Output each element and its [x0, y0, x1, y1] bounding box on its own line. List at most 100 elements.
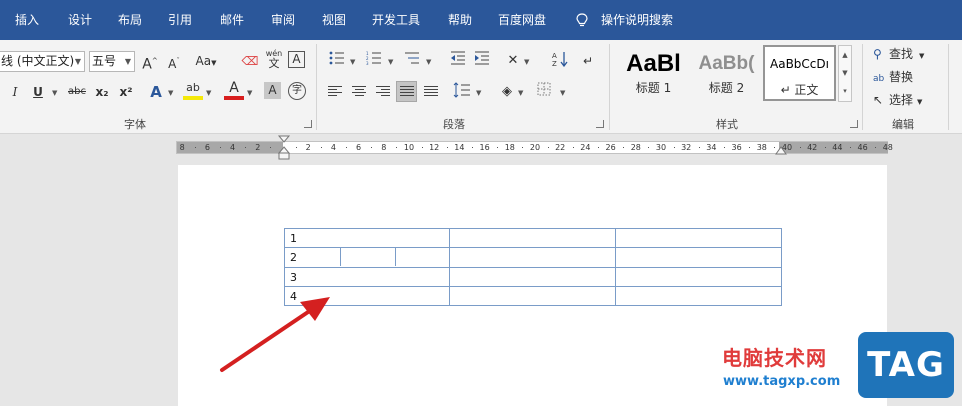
chinese-layout-button[interactable]: ✕ [503, 51, 523, 71]
chevron-up-icon[interactable]: ▲ [839, 46, 851, 64]
chevron-down-icon[interactable]: ▼ [524, 58, 529, 66]
paragraph-dialog-launcher[interactable] [596, 120, 604, 128]
grow-font-button[interactable]: A^ [140, 51, 160, 73]
chevron-down-icon[interactable]: ▼ [247, 89, 252, 97]
replace-label: 替换 [889, 70, 914, 84]
tab-mailings[interactable]: 邮件 [220, 0, 244, 40]
multilevel-list-button[interactable] [402, 51, 422, 71]
style-heading-1[interactable]: AaBl 标题 1 [617, 45, 690, 101]
distributed-button[interactable] [421, 82, 441, 102]
borders-button[interactable] [534, 82, 554, 102]
chevron-down-icon[interactable]: ▼ [350, 58, 355, 66]
underline-button[interactable]: U [28, 82, 48, 102]
shrink-font-button[interactable]: Aˇ [164, 51, 184, 71]
enclose-characters-button[interactable]: 字 [288, 82, 306, 100]
select-button[interactable]: ↖ 选择 ▼ [873, 91, 922, 109]
tab-developer[interactable]: 开发工具 [372, 0, 420, 40]
tab-view[interactable]: 视图 [322, 0, 346, 40]
styles-scroll[interactable]: ▲ ▼ ▾ [838, 45, 852, 102]
align-center-button[interactable] [349, 82, 369, 102]
tell-me-search[interactable]: 操作说明搜索 [601, 0, 673, 40]
clear-formatting-button[interactable]: ⌫ [240, 51, 260, 71]
ruler-label: 30 [655, 143, 667, 152]
styles-dialog-launcher[interactable] [850, 120, 858, 128]
ruler-tick [522, 147, 524, 148]
chevron-down-icon[interactable]: ▼ [560, 89, 565, 97]
table-row[interactable]: 3 [284, 267, 782, 287]
align-left-icon [328, 86, 342, 98]
highlight-color-button[interactable]: ab [183, 80, 203, 100]
ruler-label: 22 [555, 143, 566, 152]
phonetic-guide-button[interactable]: wén 文 [264, 49, 284, 69]
document-table[interactable]: 1 2 3 4 [284, 228, 782, 306]
superscript-button[interactable]: x² [116, 82, 136, 102]
more-styles-icon[interactable]: ▾ [839, 82, 851, 100]
style-heading-2[interactable]: AaBb( 标题 2 [690, 45, 763, 101]
font-dialog-launcher[interactable] [304, 120, 312, 128]
character-shading-button[interactable]: A [264, 82, 281, 99]
tab-layout[interactable]: 布局 [118, 0, 142, 40]
enclose-char-icon: 字 [292, 85, 302, 96]
chevron-down-icon[interactable]: ▼ [518, 89, 523, 97]
multilevel-list-icon [405, 52, 419, 64]
table-cell[interactable] [449, 228, 616, 248]
table-cell[interactable]: 1 [284, 228, 450, 248]
table-cell[interactable] [615, 247, 782, 268]
table-cell[interactable] [615, 286, 782, 306]
chevron-down-icon[interactable]: ▼ [168, 89, 173, 97]
table-cell[interactable] [449, 286, 616, 306]
character-border-button[interactable]: A [288, 51, 305, 68]
align-right-button[interactable] [373, 82, 393, 102]
tab-help[interactable]: 帮助 [448, 0, 472, 40]
align-left-button[interactable] [325, 82, 345, 102]
first-line-indent-marker[interactable] [277, 135, 291, 161]
show-marks-button[interactable]: ↵ [578, 51, 598, 71]
subscript-button[interactable]: x₂ [92, 82, 112, 102]
right-indent-marker[interactable] [775, 145, 787, 157]
chevron-down-icon[interactable]: ▼ [476, 89, 481, 97]
chevron-down-icon[interactable]: ▼ [388, 58, 393, 66]
strikethrough-button[interactable]: abc [66, 82, 88, 102]
replace-button[interactable]: ab 替换 [873, 68, 913, 86]
tab-insert[interactable]: 插入 [15, 0, 39, 40]
table-cell-split[interactable]: 2 [284, 247, 450, 268]
increase-indent-button[interactable] [472, 51, 492, 71]
table-cell[interactable] [615, 267, 782, 287]
chevron-down-icon[interactable]: ▼ [52, 89, 57, 97]
table-cell[interactable] [615, 228, 782, 248]
style-preview: AaBb( [698, 53, 755, 74]
text-effects-button[interactable]: A [146, 82, 166, 102]
font-name-select[interactable]: 线 (中文正文) ▼ [0, 51, 85, 72]
chevron-down-icon[interactable]: ▼ [839, 64, 851, 82]
table-cell[interactable] [449, 267, 616, 287]
table-cell[interactable]: 3 [284, 267, 450, 287]
table-cell[interactable] [449, 247, 616, 268]
numbering-button[interactable]: 123 [364, 51, 384, 71]
chevron-down-icon[interactable]: ▼ [426, 58, 431, 66]
eraser-icon: ⌫ [241, 54, 259, 68]
find-label: 查找 [889, 47, 914, 61]
ruler-label: 8 [381, 143, 387, 152]
style-normal[interactable]: AaBbCcDı ↵ 正文 [763, 45, 836, 101]
chevron-down-icon[interactable]: ▼ [206, 89, 211, 97]
shading-button[interactable]: ◈ [497, 82, 517, 102]
font-color-button[interactable]: A [224, 80, 244, 100]
bullets-button[interactable] [327, 51, 347, 71]
justify-button[interactable] [396, 81, 417, 102]
sort-button[interactable]: AZ [550, 51, 570, 71]
italic-button[interactable]: I [5, 82, 25, 102]
tab-baidu-netdisk[interactable]: 百度网盘 [498, 0, 546, 40]
tab-review[interactable]: 审阅 [271, 0, 295, 40]
tab-references[interactable]: 引用 [168, 0, 192, 40]
change-case-button[interactable]: Aa▼ [193, 51, 219, 71]
line-spacing-button[interactable] [452, 82, 472, 102]
table-row[interactable]: 1 [284, 228, 782, 248]
watermark-url: www.tagxp.com [723, 374, 841, 389]
find-button[interactable]: ⚲ 查找 ▼ [873, 45, 924, 63]
cell-text: 2 [290, 251, 297, 264]
font-size-select[interactable]: 五号 ▼ [89, 51, 135, 72]
table-row[interactable]: 2 [284, 247, 782, 268]
tab-design[interactable]: 设计 [68, 0, 92, 40]
table-row[interactable]: 4 [284, 286, 782, 306]
decrease-indent-button[interactable] [448, 51, 468, 71]
